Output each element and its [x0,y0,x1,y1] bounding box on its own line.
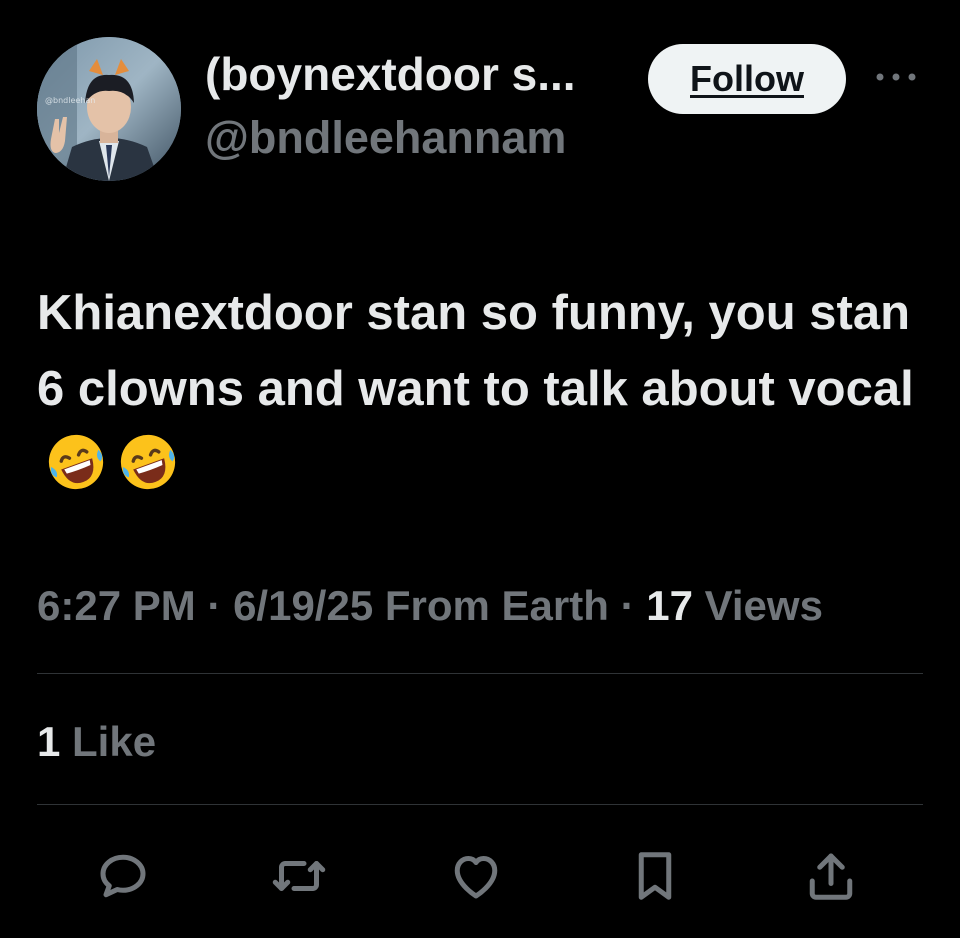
tweet-date[interactable]: 6/19/25 [233,582,373,629]
rolling-on-floor-laughing-emoji [120,434,176,490]
author-handle[interactable]: @bndleehannam [205,112,566,164]
reply-button[interactable] [89,842,157,910]
avatar-watermark: @bndleehan [45,96,95,105]
divider [37,804,923,805]
reply-icon [100,854,146,898]
divider [37,673,923,674]
retweet-icon [272,861,326,891]
likes-summary[interactable]: 1 Like [37,714,156,770]
share-icon [809,853,853,900]
more-options-button[interactable] [872,62,920,92]
avatar-photo: @bndleehan [37,37,181,181]
bookmark-button[interactable] [621,842,689,910]
avatar[interactable]: @bndleehan [37,37,181,181]
meta-separator: · [195,582,234,629]
retweet-button[interactable] [265,842,333,910]
rolling-on-floor-laughing-emoji [48,434,104,490]
author-display-name[interactable]: (boynextdoor s... [205,48,576,101]
likes-label: Like [72,718,157,765]
views-label: Views [704,582,823,629]
bookmark-icon [638,852,672,900]
follow-button[interactable]: Follow [648,44,846,114]
tweet-time[interactable]: 6:27 PM [37,582,196,629]
views-count: 17 [646,582,693,629]
more-horizontal-icon [876,73,916,81]
tweet-body: Khianextdoor stan so funny, you stan 6 c… [37,286,914,416]
tweet-meta: 6:27 PM · 6/19/25 From Earth · 17 Views [37,578,917,634]
share-button[interactable] [797,842,865,910]
meta-separator: · [608,582,647,629]
like-heart-icon [454,856,498,899]
likes-count: 1 [37,718,61,765]
like-button[interactable] [442,842,510,910]
tweet-text: Khianextdoor stan so funny, you stan 6 c… [37,275,927,503]
tweet-location: From Earth [384,582,609,629]
